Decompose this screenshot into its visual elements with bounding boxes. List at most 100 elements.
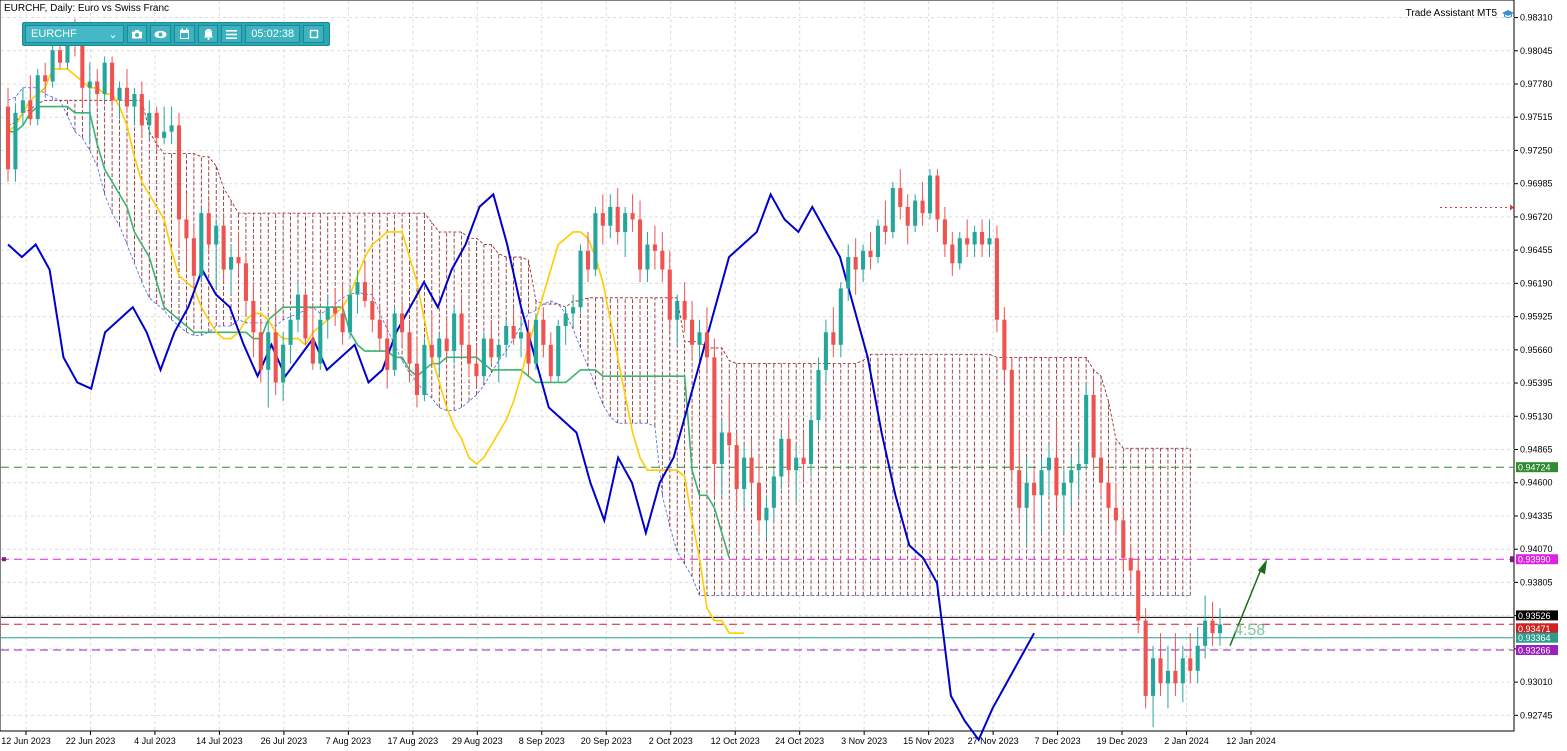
calendar-button[interactable] [174, 25, 195, 43]
y-tick-label: 0.95130 [1520, 411, 1553, 421]
candle-body [831, 332, 836, 345]
candle-body [87, 81, 92, 88]
candle-body [1002, 319, 1007, 370]
candle-body [838, 288, 843, 345]
candle-body [526, 332, 531, 364]
server-time: 05:02:38 [245, 25, 301, 43]
x-tick-label: 20 Sep 2023 [581, 736, 632, 746]
candle-body [1046, 457, 1052, 471]
candle-body [704, 332, 709, 358]
graduation-cap-icon [1502, 9, 1514, 18]
y-tick-label: 0.96190 [1520, 278, 1553, 288]
x-tick-label: 3 Nov 2023 [841, 736, 887, 746]
candle-body [734, 445, 739, 490]
x-tick-label: 12 Jan 2024 [1226, 736, 1276, 746]
plot-area [0, 0, 1515, 732]
candle-body [288, 319, 293, 345]
candle-body [727, 432, 732, 446]
y-tick-label: 0.94865 [1520, 445, 1553, 455]
candle-body [920, 200, 925, 214]
candle-body [660, 250, 665, 270]
candle-body [675, 300, 680, 320]
y-tick-label: 0.95925 [1520, 312, 1553, 322]
bell-button[interactable] [197, 25, 219, 43]
candle-body [1143, 620, 1148, 696]
candle-body [333, 307, 338, 314]
candle-body [1091, 394, 1096, 458]
menu-icon [226, 29, 238, 39]
candle-body [1217, 624, 1223, 634]
candle-body [1121, 520, 1126, 558]
candle-body [169, 125, 174, 132]
candle-body [400, 313, 405, 333]
price-tag-label: 0.94724 [1518, 463, 1551, 473]
restore-window-button[interactable] [303, 25, 324, 43]
candle-body [43, 75, 48, 82]
y-tick-label: 0.95660 [1520, 345, 1553, 355]
candle-body [801, 457, 806, 464]
candle-body [950, 244, 955, 264]
candle-body [452, 313, 457, 352]
candle-body [927, 175, 933, 214]
symbol-selector[interactable]: EURCHF ⌄ [25, 25, 124, 43]
x-tick-label: 22 Jun 2023 [66, 736, 116, 746]
candle-body [935, 175, 940, 220]
candle-body [1210, 620, 1215, 634]
trade-assistant-label[interactable]: Trade Assistant MT5 [1406, 8, 1515, 19]
candle-body [1032, 482, 1037, 496]
candle-body [846, 257, 851, 289]
candle-body [942, 219, 947, 245]
x-tick-label: 15 Nov 2023 [903, 736, 954, 746]
price-tag: 0.93990 [1516, 554, 1558, 565]
level-marker [2, 557, 6, 562]
y-tick-label: 0.93010 [1520, 677, 1553, 687]
y-tick-label: 0.93805 [1520, 577, 1553, 587]
candle-body [310, 338, 315, 364]
x-tick-label: 12 Oct 2023 [711, 736, 760, 746]
candle-body [229, 257, 234, 270]
x-tick-label: 29 Aug 2023 [452, 736, 503, 746]
candle-body [102, 62, 107, 95]
candle-body [199, 213, 204, 276]
candle-body [890, 188, 895, 232]
candle-body [756, 482, 762, 521]
candle-body [585, 250, 591, 270]
x-tick-label: 8 Sep 2023 [519, 736, 565, 746]
candle-body [407, 332, 412, 364]
candle-body [1128, 557, 1133, 571]
candle-body [548, 344, 553, 377]
candle-body [1084, 394, 1089, 464]
candle-body [808, 420, 814, 464]
candle-body [340, 313, 345, 333]
x-tick-label: 27 Nov 2023 [968, 736, 1019, 746]
y-tick-label: 0.95395 [1520, 378, 1553, 388]
candle-body [414, 363, 420, 395]
candle-body [883, 225, 888, 232]
candle-body [162, 131, 167, 138]
eye-button[interactable] [150, 25, 172, 43]
candle-body [771, 476, 776, 508]
candle-body [1009, 369, 1014, 471]
candle-body [347, 294, 353, 333]
x-tick-label: 14 Jul 2023 [196, 736, 243, 746]
x-tick-label: 2 Jan 2024 [1164, 736, 1209, 746]
bell-icon [203, 29, 213, 40]
x-tick-label: 7 Dec 2023 [1035, 736, 1081, 746]
price-tag-label: 0.93526 [1518, 611, 1551, 621]
candle-body [563, 313, 568, 327]
candle-body [1188, 658, 1193, 671]
y-tick-label: 0.98045 [1520, 46, 1553, 56]
chart-title: EURCHF, Daily: Euro vs Swiss Franc [4, 3, 170, 14]
x-tick-label: 17 Aug 2023 [388, 736, 439, 746]
candle-body [1173, 670, 1178, 684]
price-chart[interactable]: 0.98310 0.98045 0.97780 0.97515 0.97250 0.969… [0, 0, 1567, 751]
candle-body [615, 206, 620, 232]
price-tag-label: 0.93364 [1518, 633, 1551, 643]
candle-body [124, 87, 130, 107]
camera-button[interactable] [126, 25, 148, 43]
candle-body [690, 319, 695, 345]
restore-icon [309, 29, 318, 39]
candle-body [519, 332, 524, 339]
menu-button[interactable] [221, 25, 243, 43]
candle-body [176, 125, 182, 220]
